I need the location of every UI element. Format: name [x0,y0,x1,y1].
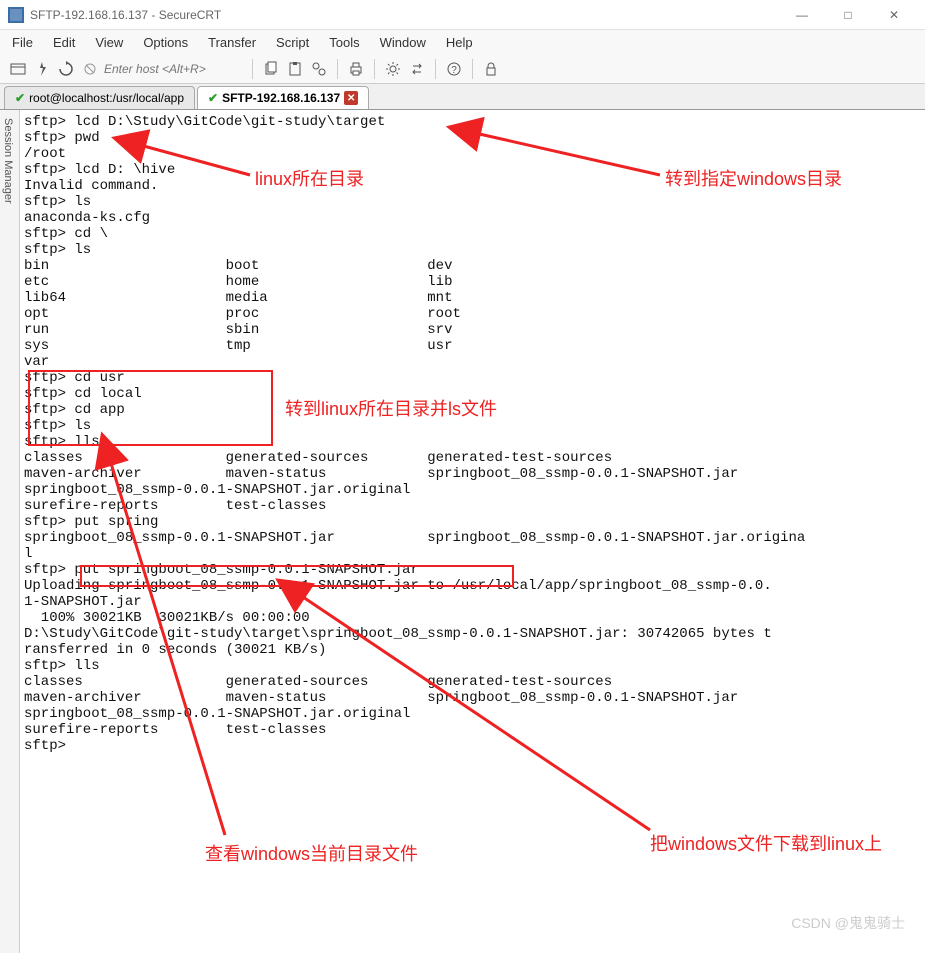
menu-script[interactable]: Script [276,35,309,50]
separator [435,59,436,79]
reconnect-icon[interactable] [56,59,76,79]
paste-icon[interactable] [285,59,305,79]
titlebar: SFTP-192.168.16.137 - SecureCRT — □ ✕ [0,0,925,30]
menu-tools[interactable]: Tools [329,35,359,50]
help-icon[interactable]: ? [444,59,464,79]
window-controls: — □ ✕ [779,0,917,30]
copy-icon[interactable] [261,59,281,79]
settings-icon[interactable] [383,59,403,79]
watermark: CSDN @鬼鬼骑士 [791,913,905,933]
quick-connect-icon[interactable] [32,59,52,79]
menu-window[interactable]: Window [380,35,426,50]
tab-session-1[interactable]: ✔ root@localhost:/usr/local/app [4,86,195,109]
minimize-button[interactable]: — [779,0,825,30]
app-icon [8,7,24,23]
tab-close-icon[interactable]: ✕ [344,91,358,105]
separator [337,59,338,79]
find-icon[interactable] [309,59,329,79]
transfer-icon[interactable] [407,59,427,79]
menu-edit[interactable]: Edit [53,35,75,50]
toolbar: ? [0,54,925,84]
lock-icon[interactable] [481,59,501,79]
tab-label: root@localhost:/usr/local/app [29,91,184,105]
separator [374,59,375,79]
separator [472,59,473,79]
disconnect-icon[interactable] [80,59,100,79]
maximize-button[interactable]: □ [825,0,871,30]
check-icon: ✔ [15,91,25,105]
window-title: SFTP-192.168.16.137 - SecureCRT [30,8,779,22]
host-input[interactable] [104,62,244,76]
menubar: File Edit View Options Transfer Script T… [0,30,925,54]
svg-text:?: ? [451,65,457,76]
tab-session-2[interactable]: ✔ SFTP-192.168.16.137 ✕ [197,86,369,109]
menu-options[interactable]: Options [143,35,188,50]
tab-label: SFTP-192.168.16.137 [222,91,340,105]
menu-file[interactable]: File [12,35,33,50]
main-area: Session Manager sftp> lcd D:\Study\GitCo… [0,110,925,953]
menu-view[interactable]: View [95,35,123,50]
tabs: ✔ root@localhost:/usr/local/app ✔ SFTP-1… [0,84,925,110]
check-icon: ✔ [208,91,218,105]
session-manager-sidebar[interactable]: Session Manager [0,110,20,953]
menu-help[interactable]: Help [446,35,473,50]
print-icon[interactable] [346,59,366,79]
sessions-icon[interactable] [8,59,28,79]
menu-transfer[interactable]: Transfer [208,35,256,50]
terminal[interactable]: sftp> lcd D:\Study\GitCode\git-study\tar… [20,110,925,953]
separator [252,59,253,79]
close-button[interactable]: ✕ [871,0,917,30]
